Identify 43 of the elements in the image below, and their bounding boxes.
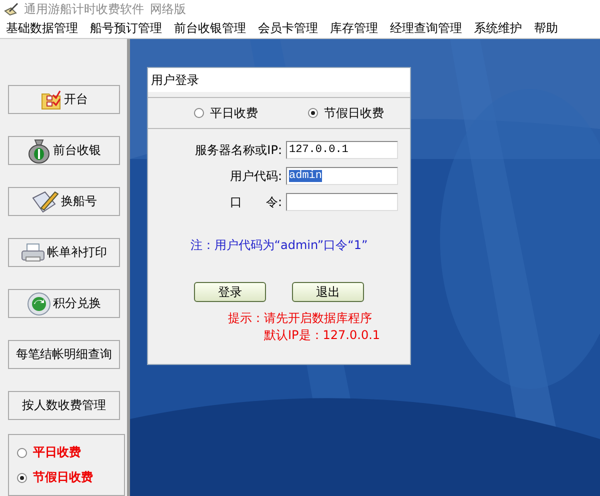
sidebar-button[interactable]: 换船号 <box>8 187 120 216</box>
menu-item[interactable]: 经理查询管理 <box>390 20 462 36</box>
input-field[interactable] <box>286 193 398 211</box>
dialog-title: 用户登录 <box>151 72 199 88</box>
radio-button[interactable] <box>17 448 27 458</box>
input-field[interactable]: admin <box>286 167 398 185</box>
sidebar-button[interactable]: 按人数收费管理 <box>8 391 120 420</box>
sidebar-button[interactable]: 每笔结帐明细查询 <box>8 340 120 370</box>
input-field[interactable]: 127.0.0.1 <box>286 141 398 159</box>
hint-text: 默认IP是：127.0.0.1 <box>263 327 382 344</box>
money-bag-icon <box>27 138 51 164</box>
radio-label[interactable]: 平日收费 <box>210 104 258 122</box>
refresh-icon <box>27 292 51 316</box>
printer-icon <box>21 242 45 263</box>
field-label: 服务器名称或IP: <box>194 142 282 158</box>
menu-item[interactable]: 会员卡管理 <box>258 20 318 36</box>
radio-button[interactable] <box>194 108 204 118</box>
pen-paper-icon <box>4 2 18 16</box>
dialog-button[interactable]: 登录 <box>194 282 266 302</box>
sidebar-button[interactable]: 开台 <box>8 85 120 114</box>
sidebar-button[interactable]: 积分兑换 <box>8 289 120 318</box>
radio-button[interactable] <box>17 472 27 483</box>
menu-item[interactable]: 前台收银管理 <box>174 20 246 36</box>
hint-text: 提示：请先开启数据库程序 <box>228 310 373 327</box>
radio-label[interactable]: 平日收费 <box>33 444 81 462</box>
sidebar-button[interactable]: 前台收银 <box>8 136 120 166</box>
menu-item[interactable]: 基础数据管理 <box>6 20 78 36</box>
menu-item[interactable]: 船号预订管理 <box>90 20 162 36</box>
menu-item[interactable]: 帮助 <box>534 20 558 36</box>
radio-label[interactable]: 节假日收费 <box>324 104 384 122</box>
sidebar-button[interactable]: 帐单补打印 <box>8 238 120 268</box>
dialog-button[interactable]: 退出 <box>292 282 364 302</box>
note-text: 注：用户代码为“admin”口令“1” <box>189 237 369 254</box>
menu-item[interactable]: 系统维护 <box>474 20 522 36</box>
folder-checklist-icon <box>40 88 62 110</box>
radio-button[interactable] <box>308 108 318 118</box>
scroll-pen-icon <box>31 190 59 214</box>
field-label: 用户代码: <box>228 168 282 184</box>
menu-item[interactable]: 库存管理 <box>330 20 378 36</box>
window-title: 通用游船计时收费软件 <box>24 0 144 18</box>
radio-label[interactable]: 节假日收费 <box>33 469 93 486</box>
field-label: 口 令: <box>228 194 282 210</box>
edition-label: 网络版 <box>150 0 186 18</box>
